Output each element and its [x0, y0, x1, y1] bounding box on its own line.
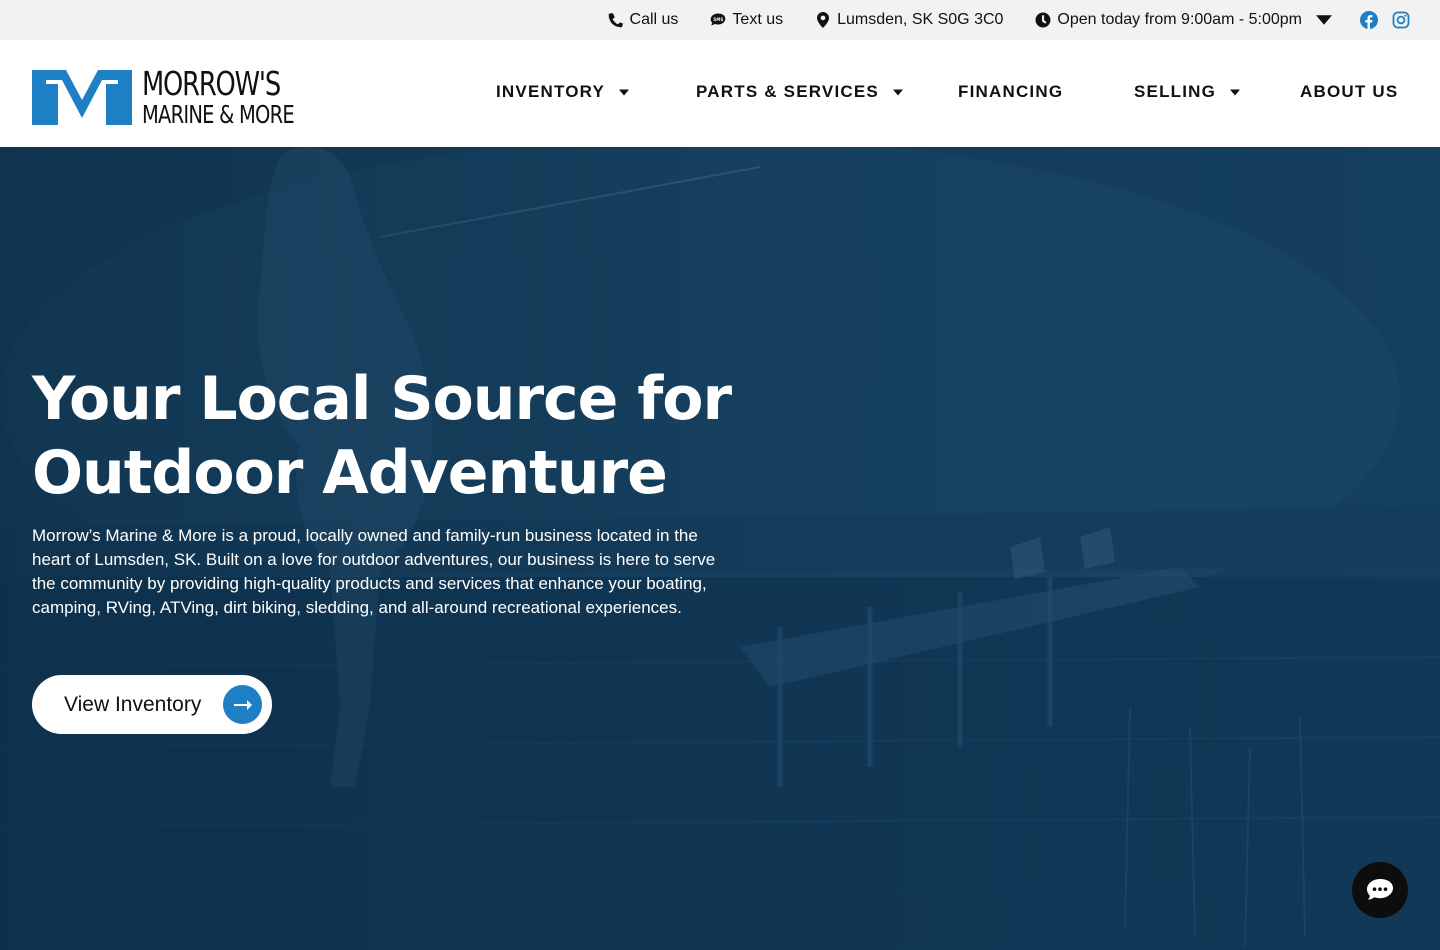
call-us-link[interactable]: Call us	[608, 11, 679, 29]
location-pin-icon	[817, 12, 830, 28]
hero-title: Your Local Source for Outdoor Adventure	[32, 362, 792, 510]
nav-financing-label: FINANCING	[958, 82, 1064, 101]
chevron-down-icon	[1230, 89, 1241, 95]
view-inventory-button[interactable]: View Inventory	[32, 675, 272, 734]
hero-title-line-2: Outdoor Adventure	[32, 438, 668, 508]
location-label: Lumsden, SK S0G 3C0	[837, 11, 1004, 28]
hours-label: Open today from 9:00am - 5:00pm	[1057, 11, 1302, 28]
chevron-down-icon	[619, 89, 630, 95]
social-links	[1360, 11, 1410, 29]
nav-selling-label: SELLING	[1134, 82, 1217, 101]
nav-selling[interactable]: SELLING	[1134, 82, 1241, 102]
sms-icon: SMS	[711, 13, 726, 26]
text-us-link[interactable]: SMS Text us	[710, 11, 783, 29]
clock-icon	[1035, 12, 1051, 28]
utility-bar: Call us SMS Text us Lumsden, SK S0G 3C0 …	[0, 0, 1440, 40]
hero-description: Morrow’s Marine & More is a proud, local…	[32, 526, 716, 617]
location-link[interactable]: Lumsden, SK S0G 3C0	[815, 11, 1003, 29]
view-inventory-label: View Inventory	[64, 692, 202, 716]
nav-inventory[interactable]: INVENTORY	[496, 82, 630, 102]
text-us-label: Text us	[732, 11, 784, 28]
arrow-right-icon	[223, 685, 262, 724]
chat-icon	[1367, 879, 1393, 900]
chevron-down-icon	[892, 89, 903, 95]
chevron-down-icon	[1316, 15, 1332, 25]
instagram-icon[interactable]	[1392, 11, 1410, 29]
hero-section: Your Local Source for Outdoor Adventure …	[0, 147, 1440, 950]
nav-parts-services-label: PARTS & SERVICES	[696, 82, 879, 101]
svg-text:SMS: SMS	[714, 17, 724, 22]
main-nav: INVENTORY PARTS & SERVICES FINANCING SEL…	[0, 40, 1440, 147]
nav-financing[interactable]: FINANCING	[958, 82, 1063, 102]
nav-about-us-label: ABOUT US	[1300, 82, 1399, 101]
facebook-icon[interactable]	[1360, 11, 1378, 29]
nav-about-us[interactable]: ABOUT US	[1300, 82, 1398, 102]
phone-icon	[608, 13, 624, 28]
chat-widget-button[interactable]	[1352, 862, 1408, 918]
site-header: MORROW'S MARINE & MORE INVENTORY PARTS &…	[0, 40, 1440, 147]
nav-parts-services[interactable]: PARTS & SERVICES	[696, 82, 903, 102]
hours-dropdown[interactable]: Open today from 9:00am - 5:00pm	[1035, 11, 1332, 29]
nav-inventory-label: INVENTORY	[496, 82, 606, 101]
call-us-label: Call us	[629, 11, 679, 28]
hero-title-line-1: Your Local Source for	[32, 364, 732, 434]
